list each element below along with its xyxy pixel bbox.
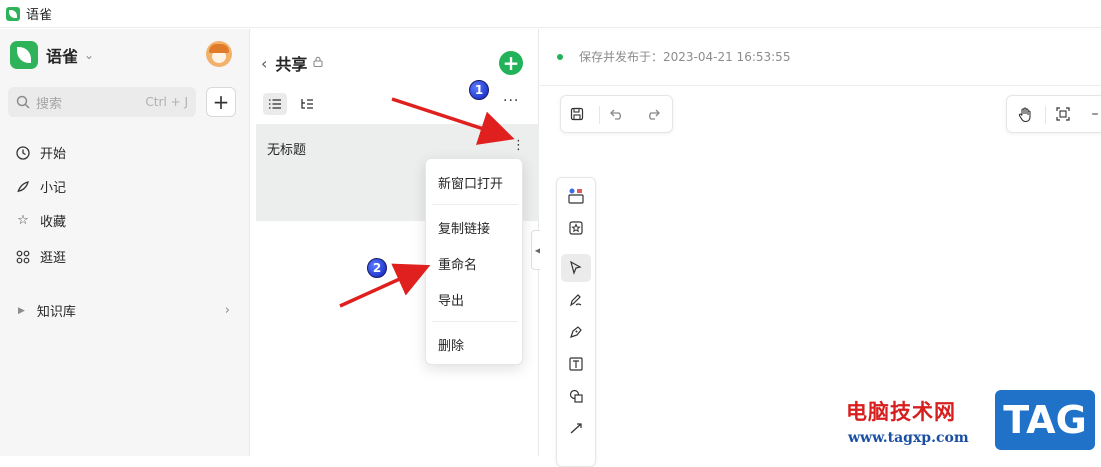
annotation-badge-2: 2 (367, 258, 387, 278)
annotation-arrow-1 (391, 97, 515, 145)
annotation-arrows (339, 97, 515, 308)
annotation-badge-1: 1 (469, 80, 489, 100)
watermark-url: www.tagxp.com (848, 430, 969, 446)
watermark-tag: TAG (995, 390, 1095, 450)
watermark-text: 电脑技术网 (846, 400, 956, 424)
